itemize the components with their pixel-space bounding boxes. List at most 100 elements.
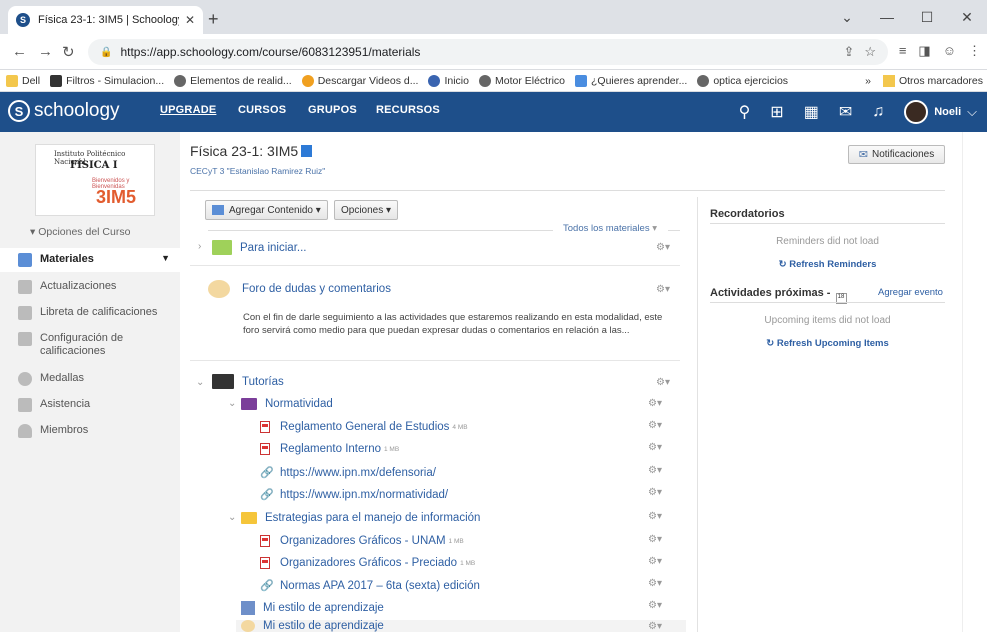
file-row[interactable]: Reglamento General de Estudios 4 MB (260, 421, 468, 433)
nav-grupos[interactable]: GRUPOS (308, 104, 357, 116)
url-field[interactable]: 🔒 https://app.schoology.com/course/60831… (88, 39, 888, 65)
refresh-reminders-link[interactable]: ↻ Refresh Reminders (710, 259, 945, 270)
file-link[interactable]: Organizadores Gráficos - Preciado (280, 557, 457, 569)
bookmark-item[interactable]: optica ejercicios (697, 74, 788, 87)
notifications-button[interactable]: ✉ Notificaciones (848, 145, 945, 164)
discussion-link[interactable]: Mi estilo de aprendizaje (263, 620, 384, 632)
link-row[interactable]: 🔗 https://www.ipn.mx/normatividad/ (260, 488, 448, 502)
gear-icon[interactable]: ⚙▾ (648, 534, 662, 545)
new-tab-icon[interactable]: + (208, 9, 219, 30)
course-info-icon[interactable] (301, 145, 313, 157)
gear-icon[interactable]: ⚙▾ (648, 442, 662, 453)
bookmark-item[interactable]: ¿Quieres aprender... (575, 74, 687, 87)
bookmark-item[interactable]: Filtros - Simulacion... (50, 74, 164, 87)
schoology-logo[interactable]: S schoology (8, 100, 120, 122)
gear-icon[interactable]: ⚙▾ (656, 377, 670, 388)
nav-cursos[interactable]: CURSOS (238, 104, 286, 116)
side-panel-icon[interactable]: ◨ (918, 43, 930, 59)
reading-list-icon[interactable]: ≡ (899, 43, 907, 59)
web-link[interactable]: Normas APA 2017 – 6ta (sexta) edición (280, 580, 480, 592)
discussion-row-foro[interactable]: Foro de dudas y comentarios (208, 280, 391, 298)
file-link[interactable]: Reglamento Interno (280, 443, 381, 455)
folder-link[interactable]: Estrategias para el manejo de informació… (265, 512, 480, 524)
bookmark-star-icon[interactable]: ☆ (864, 44, 876, 60)
folder-row-tutorias[interactable]: Tutorías (212, 374, 284, 389)
file-row[interactable]: Reglamento Interno 1 MB (260, 443, 399, 455)
user-menu[interactable]: Noeli ⌵ (904, 100, 977, 124)
gear-icon[interactable]: ⚙▾ (648, 398, 662, 409)
file-link[interactable]: Organizadores Gráficos - UNAM (280, 535, 446, 547)
extension-icon[interactable]: ☺ (943, 43, 956, 59)
collapse-chevron-icon[interactable]: ⌄ (228, 512, 236, 523)
bookmark-item[interactable]: Descargar Videos d... (301, 74, 418, 87)
bookmark-item[interactable]: Motor Eléctrico (478, 74, 565, 87)
file-link[interactable]: Reglamento General de Estudios (280, 421, 449, 433)
folder-row-estrategias[interactable]: Estrategias para el manejo de informació… (241, 512, 480, 524)
materials-filter[interactable]: Todos los materiales ▾ (563, 223, 657, 234)
sidebar-item-materiales[interactable]: Materiales ▼ (0, 248, 180, 272)
options-button[interactable]: Opciones ▾ (334, 200, 399, 220)
minimize-icon[interactable]: — (867, 9, 907, 25)
gear-icon[interactable]: ⚙▾ (648, 621, 662, 632)
expand-chevron-icon[interactable]: › (198, 241, 201, 252)
menu-icon[interactable]: ⋮ (968, 43, 981, 59)
course-options-toggle[interactable]: ▾ Opciones del Curso (30, 226, 130, 238)
gear-icon[interactable]: ⚙▾ (648, 487, 662, 498)
gear-icon[interactable]: ⚙▾ (648, 465, 662, 476)
discussion-link[interactable]: Foro de dudas y comentarios (242, 283, 391, 295)
folder-row-normatividad[interactable]: Normatividad (241, 398, 333, 410)
gear-icon[interactable]: ⚙▾ (656, 242, 670, 253)
nav-upgrade[interactable]: UPGRADE (160, 104, 216, 116)
apps-grid-icon[interactable]: ⊞ (770, 102, 783, 122)
forward-icon[interactable]: → (38, 43, 53, 60)
web-link[interactable]: https://www.ipn.mx/normatividad/ (280, 489, 448, 501)
sidebar-item-configuracion[interactable]: Configuración de calificaciones (0, 332, 180, 358)
bookmark-item[interactable]: Inicio (428, 74, 469, 87)
share-icon[interactable]: ⇪ (843, 44, 854, 60)
maximize-icon[interactable]: ☐ (907, 9, 947, 26)
collapse-chevron-icon[interactable]: ⌄ (228, 398, 236, 409)
sidebar-item-libreta[interactable]: Libreta de calificaciones (0, 306, 180, 320)
search-icon[interactable]: ⚲ (739, 102, 751, 122)
messages-icon[interactable]: ✉ (839, 102, 852, 122)
assessment-link[interactable]: Mi estilo de aprendizaje (263, 602, 384, 614)
bookmark-item[interactable]: Dell (6, 74, 40, 87)
nav-recursos[interactable]: RECURSOS (376, 104, 440, 116)
gear-icon[interactable]: ⚙▾ (648, 578, 662, 589)
folder-link[interactable]: Para iniciar... (240, 242, 306, 254)
gear-icon[interactable]: ⚙▾ (656, 284, 670, 295)
file-row[interactable]: Organizadores Gráficos - UNAM 1 MB (260, 535, 464, 547)
close-tab-icon[interactable]: ✕ (185, 13, 195, 27)
gear-icon[interactable]: ⚙▾ (648, 420, 662, 431)
close-window-icon[interactable]: ✕ (947, 9, 987, 26)
add-event-link[interactable]: Agregar evento (878, 287, 943, 298)
folder-row-para-iniciar[interactable]: Para iniciar... (212, 240, 306, 255)
sidebar-item-asistencia[interactable]: Asistencia (0, 398, 180, 412)
sidebar-item-medallas[interactable]: Medallas (0, 372, 180, 386)
other-bookmarks[interactable]: Otros marcadores (899, 75, 983, 87)
file-row[interactable]: Organizadores Gráficos - Preciado 1 MB (260, 557, 475, 569)
gear-icon[interactable]: ⚙▾ (648, 600, 662, 611)
sidebar-item-actualizaciones[interactable]: Actualizaciones (0, 280, 180, 294)
more-bookmarks-icon[interactable]: » (865, 75, 871, 87)
school-name[interactable]: CECyT 3 "Estanislao Ramirez Ruiz" (190, 166, 325, 176)
tab-search-icon[interactable]: ⌄ (827, 9, 867, 26)
discussion-row[interactable]: Mi estilo de aprendizaje (241, 620, 384, 632)
back-icon[interactable]: ← (12, 43, 27, 60)
scrollbar[interactable] (962, 132, 987, 632)
reload-icon[interactable]: ↻ (62, 43, 75, 61)
refresh-upcoming-link[interactable]: ↻ Refresh Upcoming Items (710, 338, 945, 349)
collapse-chevron-icon[interactable]: ⌄ (196, 377, 204, 388)
browser-tab[interactable]: S Física 23-1: 3IM5 | Schoology ✕ (8, 6, 203, 34)
calendar-icon[interactable]: ▦ (804, 102, 819, 122)
notifications-bell-icon[interactable]: ♫ (872, 103, 884, 121)
sidebar-item-miembros[interactable]: Miembros (0, 424, 180, 438)
assessment-row[interactable]: Mi estilo de aprendizaje (241, 601, 384, 615)
folder-link[interactable]: Tutorías (242, 376, 284, 388)
link-row[interactable]: 🔗 https://www.ipn.mx/defensoria/ (260, 466, 436, 480)
link-row[interactable]: 🔗 Normas APA 2017 – 6ta (sexta) edición (260, 579, 480, 593)
bookmark-item[interactable]: Elementos de realid... (174, 74, 292, 87)
folder-link[interactable]: Normatividad (265, 398, 333, 410)
add-content-button[interactable]: Agregar Contenido ▾ (205, 200, 328, 220)
gear-icon[interactable]: ⚙▾ (648, 511, 662, 522)
